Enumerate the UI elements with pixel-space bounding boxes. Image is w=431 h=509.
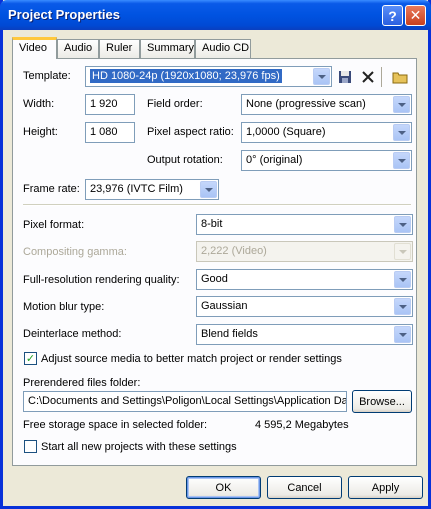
deinterlace-combo[interactable]: Blend fields	[196, 324, 413, 345]
open-folder-button[interactable]	[390, 67, 410, 87]
compositing-gamma-combo: 2,222 (Video)	[196, 241, 413, 262]
apply-button[interactable]: Apply	[348, 476, 423, 499]
field-order-label: Field order:	[147, 98, 203, 110]
height-label: Height:	[23, 126, 58, 138]
adjust-source-checkbox[interactable]: ✓	[24, 352, 37, 365]
cancel-button[interactable]: Cancel	[267, 476, 342, 499]
save-template-button[interactable]	[335, 67, 355, 87]
help-button[interactable]: ?	[382, 5, 403, 26]
tab-summary[interactable]: Summary	[140, 39, 195, 58]
window-title: Project Properties	[8, 7, 120, 22]
template-value: HD 1080-24p (1920x1080; 23,976 fps)	[90, 69, 282, 83]
ok-button[interactable]: OK	[186, 476, 261, 499]
deinterlace-label: Deinterlace method:	[23, 328, 122, 340]
close-icon: ✕	[409, 7, 422, 23]
chevron-down-icon[interactable]	[394, 298, 411, 315]
pixel-format-value: 8-bit	[201, 218, 223, 230]
prerendered-folder-label: Prerendered files folder:	[23, 377, 141, 389]
prerendered-folder-input[interactable]: C:\Documents and Settings\Poligon\Local …	[23, 391, 347, 412]
output-rotation-combo[interactable]: 0° (original)	[241, 150, 412, 171]
frame-rate-label: Frame rate:	[23, 183, 80, 195]
template-label: Template:	[23, 70, 71, 82]
field-order-value: None (progressive scan)	[246, 98, 366, 110]
save-icon	[339, 71, 351, 83]
width-input[interactable]: 1 920	[85, 94, 135, 115]
pixel-aspect-value: 1,0000 (Square)	[246, 126, 326, 138]
tab-audio-cd[interactable]: Audio CD	[195, 39, 251, 58]
output-rotation-value: 0° (original)	[246, 154, 303, 166]
render-quality-value: Good	[201, 273, 228, 285]
tab-ruler[interactable]: Ruler	[99, 39, 140, 58]
delete-icon	[362, 71, 374, 83]
chevron-down-icon[interactable]	[394, 271, 411, 288]
help-icon: ?	[388, 7, 397, 24]
field-order-combo[interactable]: None (progressive scan)	[241, 94, 412, 115]
frame-rate-combo[interactable]: 23,976 (IVTC Film)	[85, 179, 219, 200]
template-combo[interactable]: HD 1080-24p (1920x1080; 23,976 fps)	[85, 66, 332, 87]
output-rotation-label: Output rotation:	[147, 154, 223, 166]
width-label: Width:	[23, 98, 55, 110]
chevron-down-icon[interactable]	[394, 216, 411, 233]
pixel-aspect-combo[interactable]: 1,0000 (Square)	[241, 122, 412, 143]
chevron-down-icon[interactable]	[200, 181, 217, 198]
motion-blur-label: Motion blur type:	[23, 301, 105, 313]
frame-rate-value: 23,976 (IVTC Film)	[90, 183, 183, 195]
height-input[interactable]: 1 080	[85, 122, 135, 143]
chevron-down-icon[interactable]	[393, 152, 410, 169]
motion-blur-value: Gaussian	[201, 300, 248, 312]
pixel-format-label: Pixel format:	[23, 219, 85, 231]
close-button[interactable]: ✕	[405, 5, 426, 26]
pixel-aspect-label: Pixel aspect ratio:	[147, 126, 234, 138]
chevron-down-icon[interactable]	[393, 96, 410, 113]
tab-audio[interactable]: Audio	[57, 39, 99, 58]
start-new-projects-checkbox[interactable]	[24, 440, 37, 453]
motion-blur-combo[interactable]: Gaussian	[196, 296, 413, 317]
chevron-down-icon[interactable]	[394, 326, 411, 343]
video-tab-panel: Template: HD 1080-24p (1920x1080; 23,976…	[12, 58, 417, 466]
pixel-format-combo[interactable]: 8-bit	[196, 214, 413, 235]
tab-video[interactable]: Video	[12, 37, 57, 59]
browse-button[interactable]: Browse...	[352, 390, 412, 413]
deinterlace-value: Blend fields	[201, 328, 258, 340]
folder-icon	[392, 72, 408, 84]
free-space-label: Free storage space in selected folder:	[23, 419, 208, 431]
section-divider	[23, 204, 411, 206]
adjust-source-label[interactable]: Adjust source media to better match proj…	[41, 353, 342, 365]
chevron-down-icon[interactable]	[313, 68, 330, 85]
compositing-gamma-value: 2,222 (Video)	[201, 245, 267, 257]
compositing-gamma-label: Compositing gamma:	[23, 246, 127, 258]
toolbar-divider	[381, 67, 382, 87]
delete-template-button[interactable]	[358, 67, 378, 87]
checkmark-icon: ✓	[25, 353, 36, 365]
dialog-window: Project Properties ? ✕ Video Audio Ruler…	[0, 0, 431, 509]
render-quality-combo[interactable]: Good	[196, 269, 413, 290]
chevron-down-icon	[394, 243, 411, 260]
title-bar[interactable]: Project Properties ? ✕	[0, 0, 431, 30]
free-space-value: 4 595,2 Megabytes	[255, 419, 349, 431]
render-quality-label: Full-resolution rendering quality:	[23, 274, 180, 286]
start-new-projects-label[interactable]: Start all new projects with these settin…	[41, 441, 237, 453]
chevron-down-icon[interactable]	[393, 124, 410, 141]
